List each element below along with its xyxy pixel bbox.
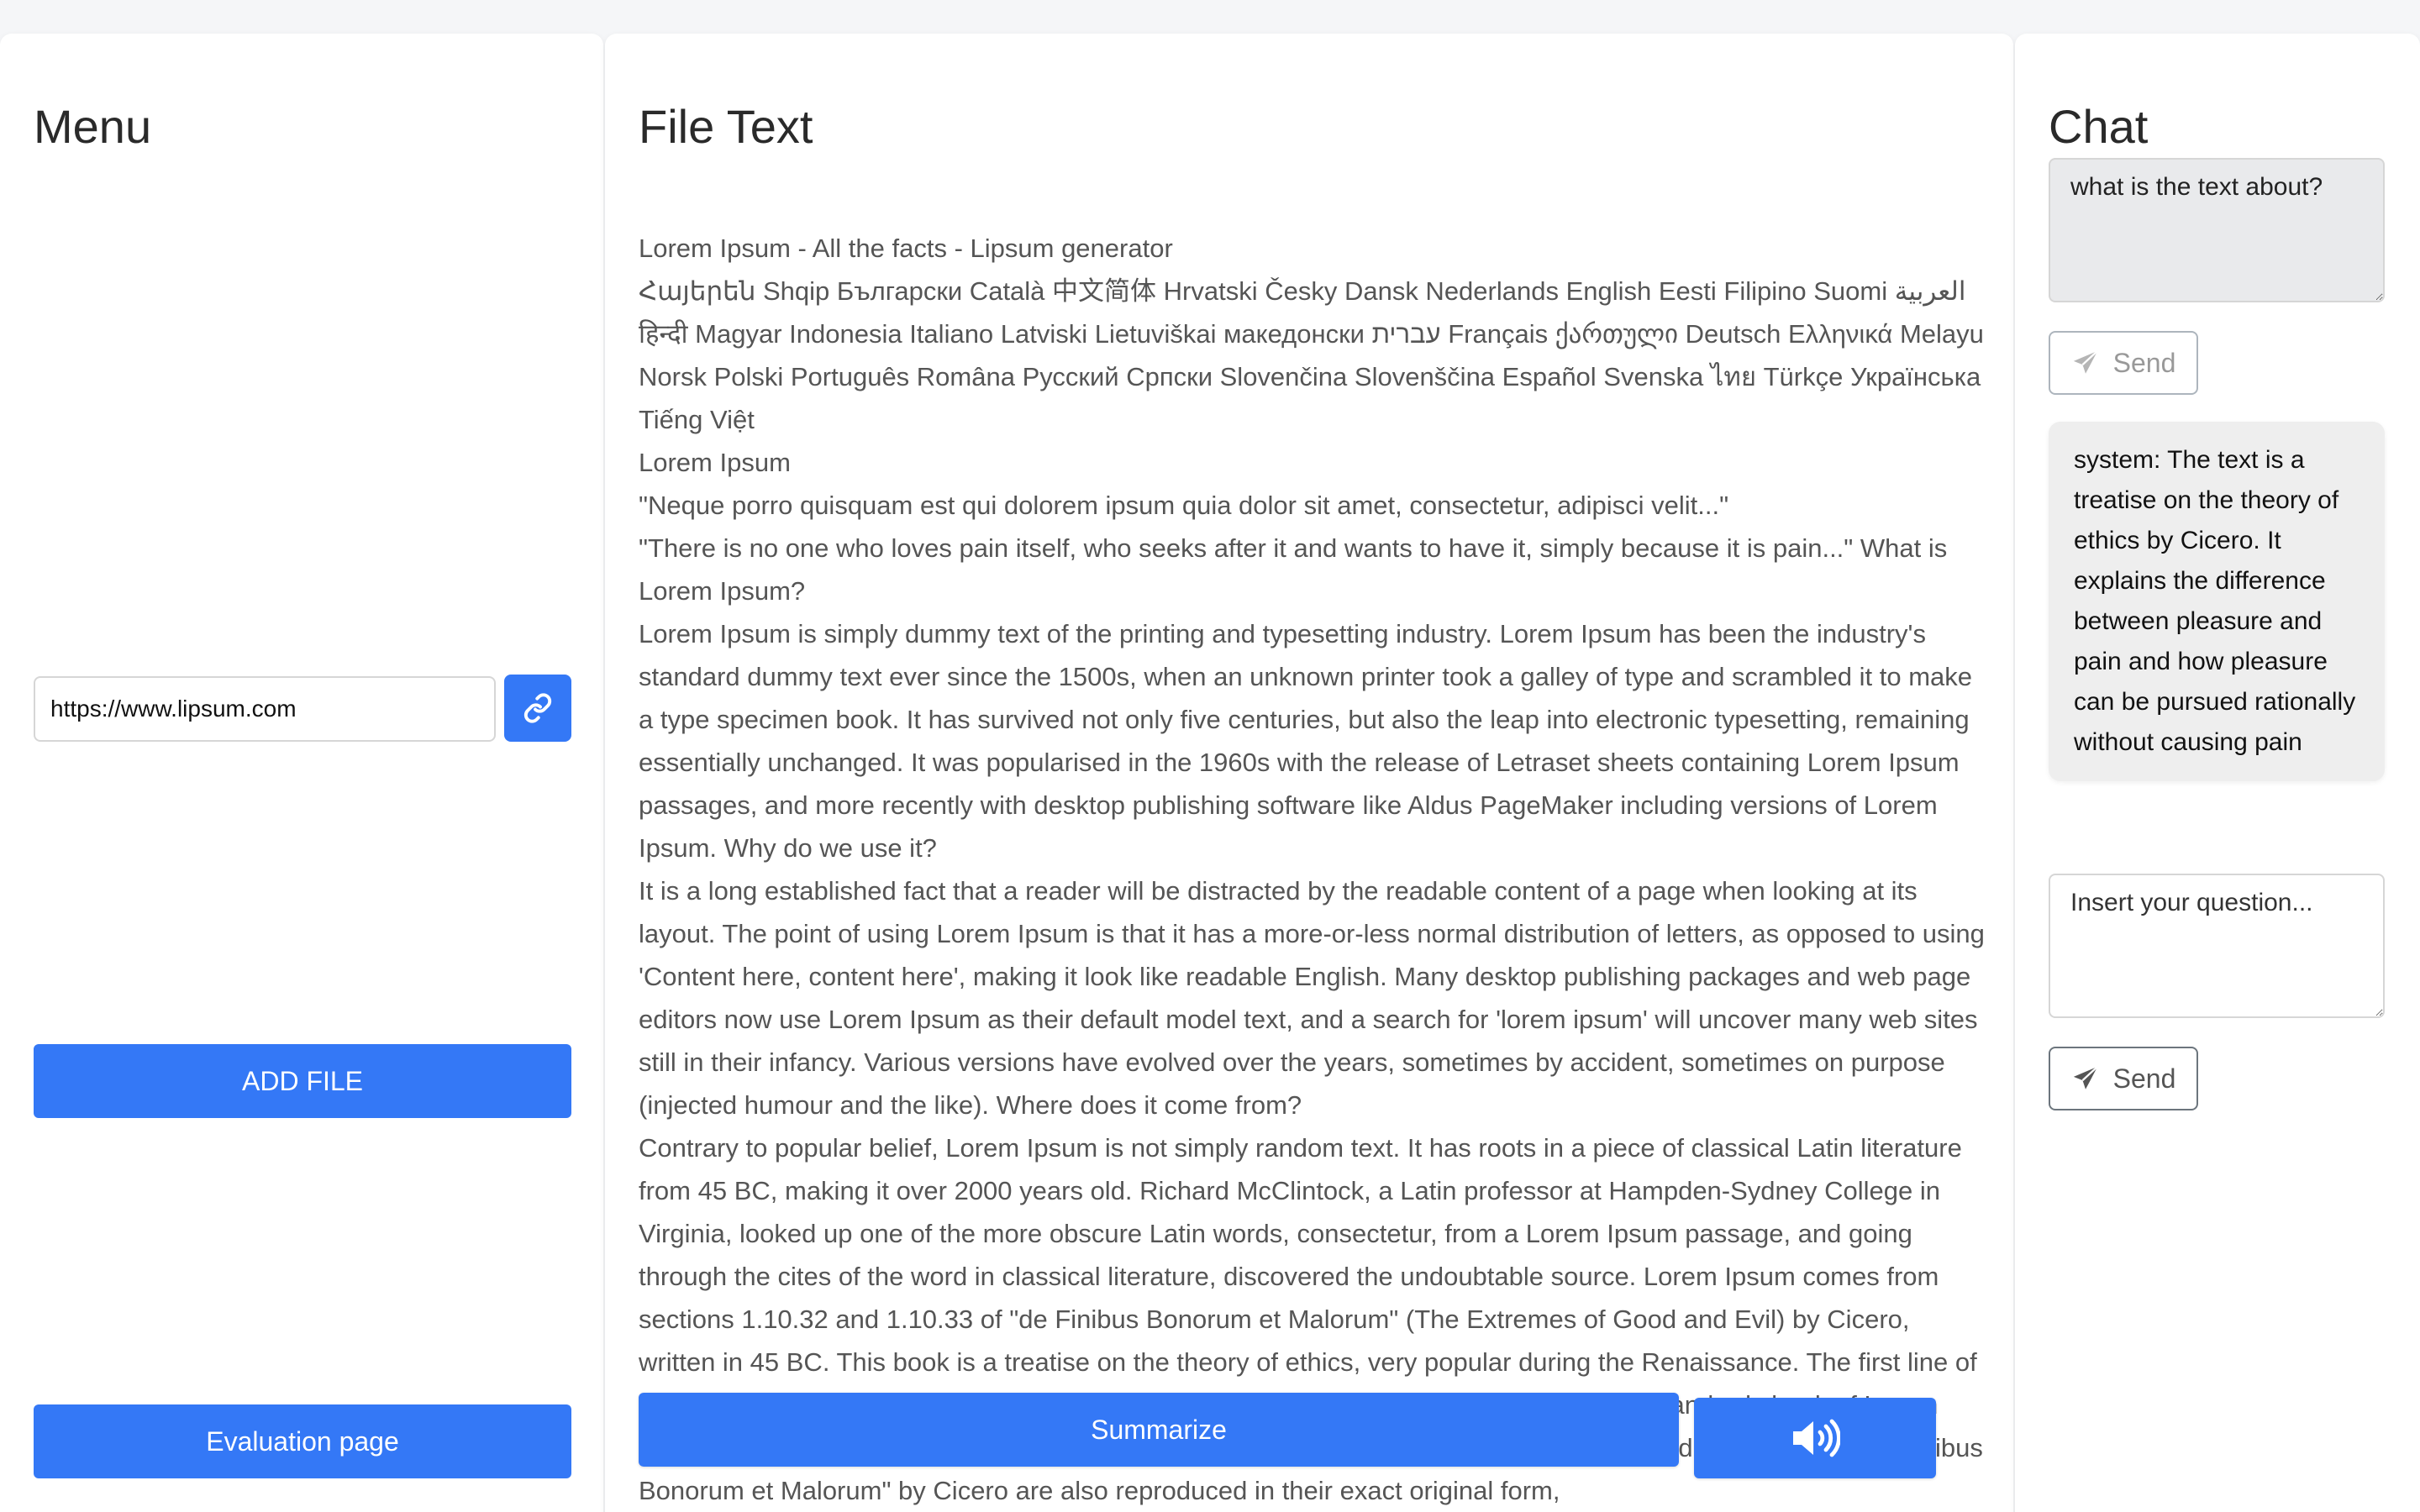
send-button-disabled[interactable]: Send <box>2049 331 2198 395</box>
file-text-paragraph: It is a long established fact that a rea… <box>639 876 1985 1120</box>
send-button[interactable]: Send <box>2049 1047 2198 1110</box>
chat-title: Chat <box>2049 100 2149 153</box>
file-text-content: Lorem Ipsum - All the facts - Lipsum gen… <box>639 227 1991 1512</box>
send-label: Send <box>2112 347 2176 378</box>
file-text-paragraph: "Neque porro quisquam est qui dolorem ip… <box>639 491 1729 520</box>
paper-plane-icon <box>2073 1065 2098 1089</box>
file-text-paragraph: Lorem Ipsum is simply dummy text of the … <box>639 619 1973 863</box>
file-text-panel: File Text Lorem Ipsum - All the facts - … <box>605 34 2013 1512</box>
file-text-paragraph: "There is no one who loves pain itself, … <box>639 533 1948 606</box>
app-layout: Menu ADD FILE Evaluation page File Text … <box>0 0 2420 1512</box>
previous-question-textarea[interactable]: what is the text about? <box>2049 158 2385 302</box>
chat-panel: Chat what is the text about? Send system… <box>2015 34 2420 1512</box>
system-reply-bubble: system: The text is a treatise on the th… <box>2049 422 2385 781</box>
add-file-button[interactable]: ADD FILE <box>34 1044 571 1118</box>
summarize-button[interactable]: Summarize <box>639 1393 1679 1467</box>
read-aloud-button[interactable] <box>1694 1398 1936 1478</box>
menu-panel: Menu ADD FILE Evaluation page <box>0 34 603 1512</box>
question-input[interactable] <box>2049 874 2385 1018</box>
file-text-paragraph: Lorem Ipsum - All the facts - Lipsum gen… <box>639 234 1173 263</box>
file-text-title: File Text <box>639 100 813 153</box>
url-input[interactable] <box>34 676 496 742</box>
link-icon <box>523 693 552 723</box>
send-label: Send <box>2112 1063 2176 1094</box>
file-text-paragraph: Lorem Ipsum <box>639 448 791 477</box>
speaker-icon <box>1793 1419 1840 1457</box>
load-url-button[interactable] <box>504 675 571 742</box>
file-text-paragraph: Հայերեն Shqip Български Català 中文简体 Hrva… <box>639 276 1984 434</box>
menu-title: Menu <box>34 100 152 153</box>
evaluation-page-button[interactable]: Evaluation page <box>34 1404 571 1478</box>
paper-plane-icon <box>2073 349 2098 374</box>
